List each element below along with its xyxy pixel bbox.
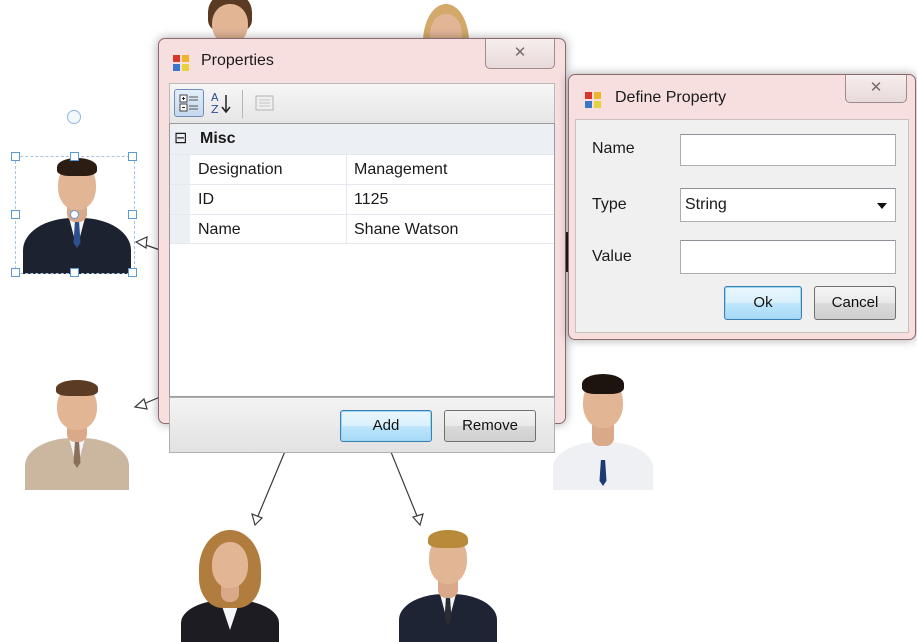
resize-handle[interactable] (11, 210, 20, 219)
define-property-content: Name Type String Value Ok Cancel (575, 119, 909, 333)
resize-handle[interactable] (128, 152, 137, 161)
value-field[interactable] (680, 240, 896, 274)
resize-handle[interactable] (11, 268, 20, 277)
resize-handle[interactable] (128, 268, 137, 277)
column-divider (346, 215, 347, 243)
person-head (212, 542, 248, 588)
properties-window: Properties ✕ A Z ⊟ Misc Designation Mana… (158, 38, 566, 453)
property-pages-button[interactable] (250, 89, 278, 117)
type-selected-value: String (685, 196, 727, 213)
person-hair (582, 374, 624, 394)
property-grid: ⊟ Misc Designation Management ID 1125 Na… (169, 123, 555, 397)
row-margin (170, 155, 190, 184)
person-node[interactable] (398, 528, 498, 642)
type-dropdown[interactable]: String (680, 188, 896, 222)
add-button[interactable]: Add (340, 410, 432, 442)
property-name: Designation (198, 161, 283, 178)
property-row[interactable]: Designation Management (170, 154, 554, 184)
property-grid-toolbar: A Z (169, 83, 555, 123)
row-margin (170, 185, 190, 214)
collapse-icon[interactable]: ⊟ (174, 129, 187, 147)
close-button[interactable]: ✕ (485, 39, 555, 69)
resize-handle[interactable] (70, 268, 79, 277)
property-value[interactable]: 1125 (354, 185, 388, 214)
alphabetical-sort-button[interactable]: A Z (208, 89, 236, 117)
properties-title: Properties (201, 52, 274, 69)
connector-arrowhead (134, 236, 148, 250)
property-value[interactable]: Shane Watson (354, 215, 458, 244)
properties-button-bar: Add Remove (169, 397, 555, 453)
svg-text:Z: Z (211, 103, 219, 116)
column-divider (346, 155, 347, 184)
application-icon (173, 55, 189, 71)
category-label: Misc (200, 130, 236, 147)
person-hair (56, 380, 98, 396)
property-name: Name (198, 221, 241, 238)
person-hair (428, 530, 468, 548)
remove-button[interactable]: Remove (444, 410, 536, 442)
connector-arrowhead (251, 512, 264, 527)
row-margin (170, 215, 190, 243)
alphabetical-sort-icon: A Z (211, 91, 231, 116)
define-property-title-bar[interactable]: Define Property ✕ (569, 75, 915, 115)
categorized-view-icon (179, 94, 198, 112)
property-pages-icon (255, 95, 274, 111)
resize-handle[interactable] (128, 210, 137, 219)
person-node[interactable] (200, 0, 260, 40)
property-value[interactable]: Management (354, 155, 447, 184)
toolbar-separator (242, 90, 243, 118)
property-row[interactable]: ID 1125 (170, 184, 554, 214)
type-label: Type (592, 196, 627, 213)
close-button[interactable]: ✕ (845, 75, 907, 103)
close-icon: ✕ (513, 44, 527, 61)
connector-arrowhead (133, 397, 148, 410)
rotation-handle[interactable] (67, 110, 81, 124)
category-row-misc[interactable]: ⊟ Misc (170, 124, 554, 154)
resize-handle[interactable] (70, 152, 79, 161)
column-divider (346, 185, 347, 214)
resize-handle[interactable] (70, 210, 79, 219)
person-head (212, 4, 248, 40)
person-node[interactable] (180, 528, 280, 642)
application-icon (585, 92, 601, 108)
value-label: Value (592, 248, 632, 265)
connector-arrowhead (411, 513, 424, 527)
properties-title-bar[interactable]: Properties ✕ (159, 39, 565, 79)
name-field[interactable] (680, 134, 896, 166)
cancel-button[interactable]: Cancel (814, 286, 896, 320)
define-property-title: Define Property (615, 89, 727, 106)
property-name: ID (198, 191, 214, 208)
person-node[interactable] (24, 378, 130, 490)
ok-button[interactable]: Ok (724, 286, 802, 320)
define-property-window: Define Property ✕ Name Type String Value… (568, 74, 916, 340)
close-icon: ✕ (869, 79, 883, 96)
name-label: Name (592, 140, 635, 157)
categorized-view-button[interactable] (174, 89, 204, 117)
resize-handle[interactable] (11, 152, 20, 161)
property-row[interactable]: Name Shane Watson (170, 214, 554, 244)
chevron-down-icon[interactable] (877, 203, 887, 209)
